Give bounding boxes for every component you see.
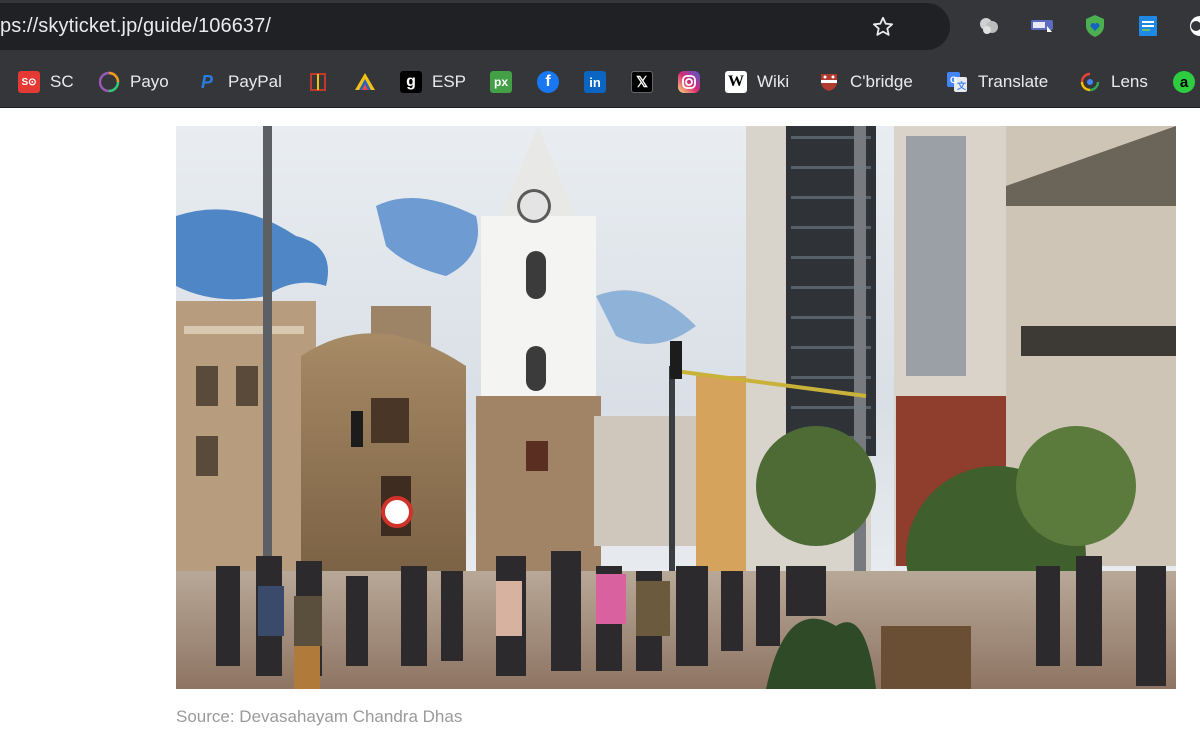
bookmark-linkedin[interactable]: in bbox=[584, 69, 606, 95]
page-content: Source: Devasahayam Chandra Dhas bbox=[0, 109, 1200, 741]
bookmark-paypal[interactable]: P PayPal bbox=[196, 69, 282, 95]
bookmark-label: ESP bbox=[432, 72, 467, 91]
bookmark-label: PayPal bbox=[228, 72, 282, 91]
ring-icon bbox=[98, 71, 120, 93]
document-lines-icon[interactable] bbox=[1136, 14, 1160, 38]
bookmark-translate[interactable]: G文 Translate bbox=[946, 69, 1048, 95]
bookmark-sc[interactable]: S⊙ SC bbox=[18, 69, 74, 95]
a-icon: a bbox=[1173, 71, 1195, 93]
bookmark-wiki[interactable]: W Wiki bbox=[725, 69, 789, 95]
bookmark-cbridge[interactable]: C'bridge bbox=[818, 69, 913, 95]
address-bar[interactable]: ps://skyticket.jp/guide/106637/ bbox=[0, 3, 950, 50]
bookmark-a[interactable]: a bbox=[1173, 69, 1195, 95]
svg-text:文: 文 bbox=[956, 80, 967, 91]
url-text[interactable]: ps://skyticket.jp/guide/106637/ bbox=[0, 15, 271, 38]
bookmark-label: Lens bbox=[1111, 72, 1148, 91]
bookmark-label: Payo bbox=[130, 72, 169, 91]
paypal-icon: P bbox=[200, 71, 213, 92]
shield-heart-icon[interactable] bbox=[1083, 14, 1107, 38]
bookmark-px[interactable]: px bbox=[490, 69, 512, 95]
bookmark-lens[interactable]: Lens bbox=[1079, 69, 1148, 95]
bookmark-esp[interactable]: g ESP bbox=[400, 69, 466, 95]
bookmark-label: Wiki bbox=[757, 72, 790, 91]
puzzle-cloud-icon[interactable] bbox=[977, 14, 1001, 38]
bookmark-x[interactable]: 𝕏 bbox=[631, 69, 653, 95]
street-scene-image bbox=[176, 126, 1176, 689]
browser-toolbar: ps://skyticket.jp/guide/106637/ bbox=[0, 0, 1200, 56]
x-icon: 𝕏 bbox=[631, 71, 653, 93]
instagram-icon bbox=[678, 71, 700, 93]
bookmark-payo[interactable]: Payo bbox=[98, 69, 169, 95]
photo-caption: Source: Devasahayam Chandra Dhas bbox=[176, 707, 463, 726]
cast-icon[interactable] bbox=[1030, 14, 1054, 38]
lens-icon bbox=[1079, 71, 1101, 93]
bookmark-label: Translate bbox=[978, 72, 1049, 91]
svg-text:G: G bbox=[950, 75, 957, 85]
translate-icon: G文 bbox=[946, 71, 968, 93]
bookmark-label: C'bridge bbox=[850, 72, 913, 91]
article-photo bbox=[176, 126, 1176, 689]
px-icon: px bbox=[490, 71, 512, 93]
crest-icon bbox=[818, 71, 840, 93]
bookmark-triangle[interactable] bbox=[354, 69, 376, 95]
sc-icon: S⊙ bbox=[18, 71, 40, 93]
partial-white-icon[interactable] bbox=[1186, 14, 1200, 38]
bookmark-label: SC bbox=[50, 72, 74, 91]
bookmark-frame[interactable] bbox=[307, 69, 329, 95]
bookmarks-bar: S⊙ SC Payo P PayPal g ESP px f in 𝕏 W Wi… bbox=[0, 56, 1200, 108]
bookmark-facebook[interactable]: f bbox=[537, 69, 559, 95]
bookmark-star-icon[interactable] bbox=[870, 15, 896, 39]
bookmark-instagram[interactable] bbox=[678, 69, 700, 95]
frame-icon bbox=[307, 71, 329, 93]
triangle-icon bbox=[354, 71, 376, 93]
linkedin-icon: in bbox=[584, 71, 606, 93]
g-icon: g bbox=[400, 71, 422, 93]
wikipedia-icon: W bbox=[725, 71, 747, 93]
facebook-icon: f bbox=[537, 71, 559, 93]
